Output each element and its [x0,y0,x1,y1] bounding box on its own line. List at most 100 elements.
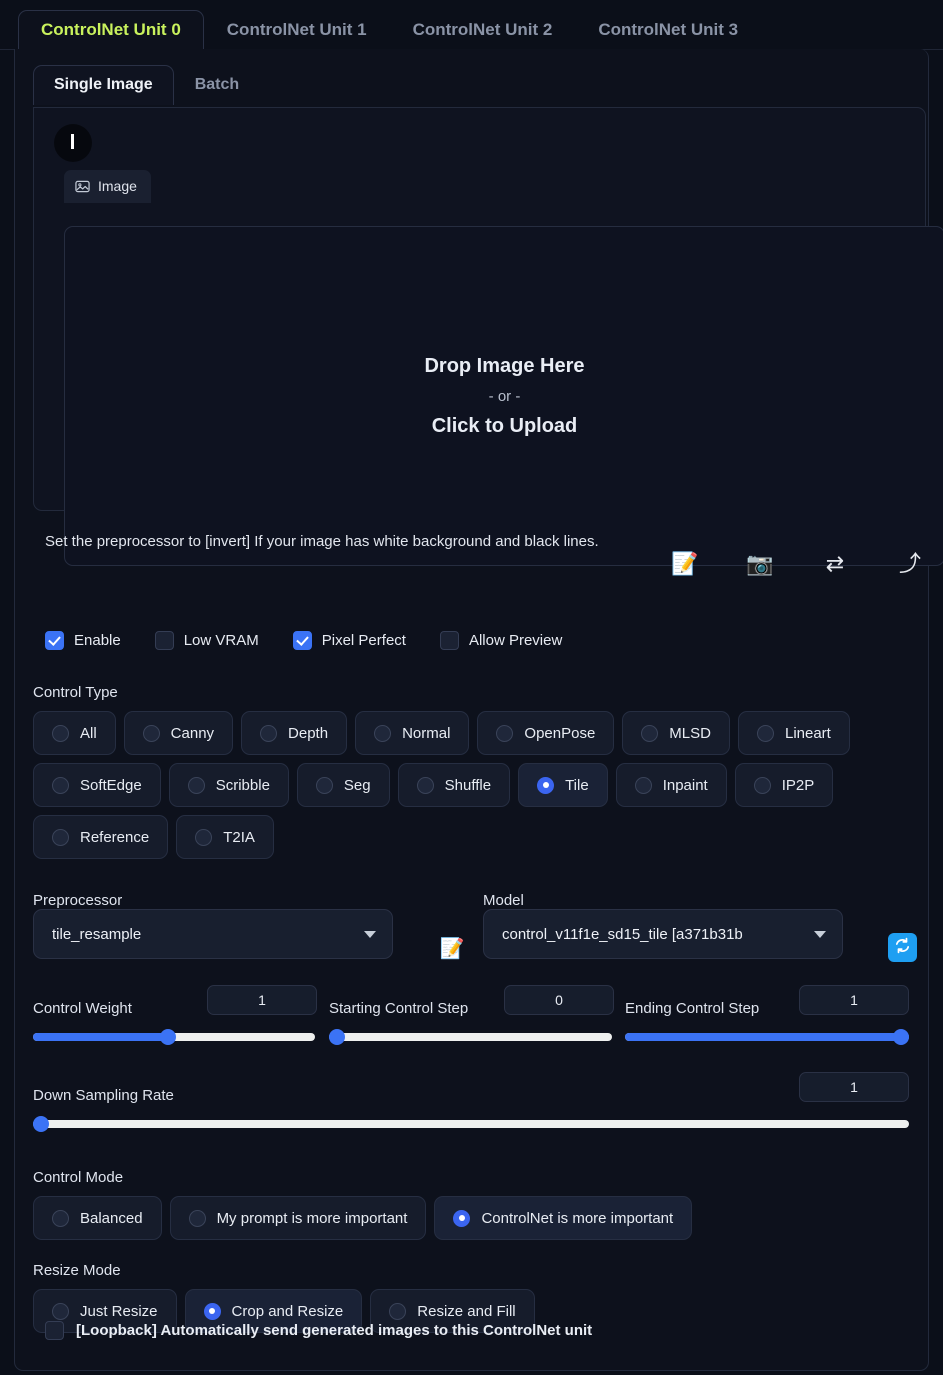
checkbox-low-vram[interactable]: Low VRAM [154,630,259,650]
preprocessor-dropdown[interactable]: tile_resample [33,909,393,959]
preprocessor-value: tile_resample [52,925,142,943]
control-type-ip2p[interactable]: IP2P [734,763,834,807]
loopback-checkbox-box[interactable] [45,1321,64,1340]
control-weight-slider[interactable] [33,1029,315,1045]
radio-dot[interactable] [753,776,771,794]
radio-dot[interactable] [496,724,514,742]
radio-dot[interactable] [756,724,774,742]
control-type-openpose[interactable]: OpenPose [477,711,615,755]
radio-dot[interactable] [537,776,555,794]
drop-separator-text: - or - [488,387,521,405]
tab-controlnet-unit-0[interactable]: ControlNet Unit 0 [18,10,204,49]
camera-icon[interactable]: 📷 [740,547,780,583]
radio-dot[interactable] [374,724,392,742]
control-mode-label: Control Mode [33,1169,124,1186]
tab-controlnet-unit-1[interactable]: ControlNet Unit 1 [204,10,390,49]
control-type-canny[interactable]: Canny [123,711,234,755]
swap-icon[interactable]: ⇄ [815,547,855,583]
control-type-inpaint[interactable]: Inpaint [615,763,727,807]
checkbox-allow-preview[interactable]: Allow Preview [439,630,563,650]
radio-dot[interactable] [634,776,652,794]
ending-control-step-value[interactable]: 1 [799,985,909,1015]
starting-control-step-slider[interactable] [329,1029,612,1045]
control-type-tile[interactable]: Tile [518,763,608,807]
radio-dot[interactable] [203,1302,221,1320]
control-mode-my-prompt[interactable]: My prompt is more important [169,1196,427,1240]
control-weight-value[interactable]: 1 [207,985,317,1015]
control-type-normal[interactable]: Normal [355,711,470,755]
slider-thumb[interactable] [893,1029,909,1045]
low-vram-checkbox-box[interactable] [154,630,174,650]
slider-track [33,1120,909,1128]
drop-upload-text: Click to Upload [431,414,578,437]
slider-fill [33,1033,169,1041]
chevron-down-icon [814,930,826,938]
radio-dot[interactable] [52,1209,69,1227]
tab-controlnet-unit-2[interactable]: ControlNet Unit 2 [390,10,576,49]
preprocessor-hint: Set the preprocessor to [invert] If your… [45,533,599,550]
explosion-icon[interactable]: 📝 [437,933,467,963]
pixel-perfect-checkbox-box[interactable] [292,630,312,650]
radio-dot[interactable] [641,724,659,742]
tab-controlnet-unit-3[interactable]: ControlNet Unit 3 [575,10,761,49]
send-icon[interactable]: ⤴ [890,547,930,583]
model-dropdown[interactable]: control_v11f1e_sd15_tile [a371b31b [483,909,843,959]
ending-control-step-slider[interactable] [625,1029,909,1045]
control-mode-balanced[interactable]: Balanced [33,1196,162,1240]
option-checkbox-row: Enable Low VRAM Pixel Perfect Allow Prev… [45,625,925,655]
radio-dot[interactable] [52,724,69,742]
edit-prompt-icon[interactable]: 📝 [665,547,705,583]
refresh-icon [893,936,912,960]
control-type-reference[interactable]: Reference [33,815,169,859]
radio-dot[interactable] [315,776,333,794]
enable-checkbox-box[interactable] [45,630,64,650]
radio-dot[interactable] [52,828,69,846]
radio-dot[interactable] [187,776,205,794]
radio-dot[interactable] [389,1302,407,1320]
control-mode-controlnet[interactable]: ControlNet is more important [434,1196,693,1240]
image-tab-chip[interactable]: Image [64,170,151,203]
unit-0-content: Single Image Batch Image Drop Image Here… [14,49,943,1371]
radio-dot[interactable] [188,1209,206,1227]
radio-dot[interactable] [52,1302,69,1320]
model-label: Model [483,892,524,909]
control-type-mlsd[interactable]: MLSD [622,711,730,755]
allow-preview-label: Allow Preview [468,631,563,649]
tab-batch[interactable]: Batch [174,65,260,105]
control-type-softedge[interactable]: SoftEdge [33,763,161,807]
control-type-shuffle[interactable]: Shuffle [397,763,511,807]
control-type-lineart[interactable]: Lineart [737,711,850,755]
radio-dot[interactable] [52,776,69,794]
slider-thumb[interactable] [160,1029,177,1045]
image-tool-buttons: 📝 📷 ⇄ ⤴ [665,545,930,585]
resize-mode-label: Resize Mode [33,1262,121,1279]
checkbox-pixel-perfect[interactable]: Pixel Perfect [292,630,406,650]
slider-thumb[interactable] [33,1116,49,1132]
radio-dot[interactable] [416,776,434,794]
radio-dot[interactable] [260,724,278,742]
checkbox-loopback[interactable]: [Loopback] Automatically send generated … [45,1321,592,1340]
control-type-t2ia[interactable]: T2IA [176,815,274,859]
slider-thumb[interactable] [329,1029,345,1045]
image-chip-label: Image [98,178,137,194]
control-type-seg[interactable]: Seg [296,763,390,807]
radio-dot[interactable] [195,828,213,846]
control-type-depth[interactable]: Depth [241,711,348,755]
refresh-models-button[interactable] [888,933,917,962]
control-type-scribble[interactable]: Scribble [168,763,289,807]
radio-dot[interactable] [142,724,160,742]
checkbox-enable[interactable]: Enable [45,630,121,650]
model-value: control_v11f1e_sd15_tile [a371b31b [502,925,743,943]
radio-dot[interactable] [453,1209,471,1227]
allow-preview-checkbox-box[interactable] [439,630,459,650]
starting-control-step-value[interactable]: 0 [504,985,614,1015]
down-sampling-rate-slider[interactable] [33,1116,909,1132]
loopback-label: [Loopback] Automatically send generated … [76,1322,593,1339]
tab-single-image[interactable]: Single Image [33,65,174,105]
down-sampling-rate-value[interactable]: 1 [799,1072,909,1102]
image-drop-zone[interactable]: Drop Image Here - or - Click to Upload [64,226,943,566]
controlnet-extension-panel: ControlNet Unit 0 ControlNet Unit 1 Cont… [0,0,943,1375]
control-type-all[interactable]: All [33,711,116,755]
ending-control-step-label: Ending Control Step [625,1000,760,1017]
pixel-perfect-label: Pixel Perfect [321,631,406,649]
